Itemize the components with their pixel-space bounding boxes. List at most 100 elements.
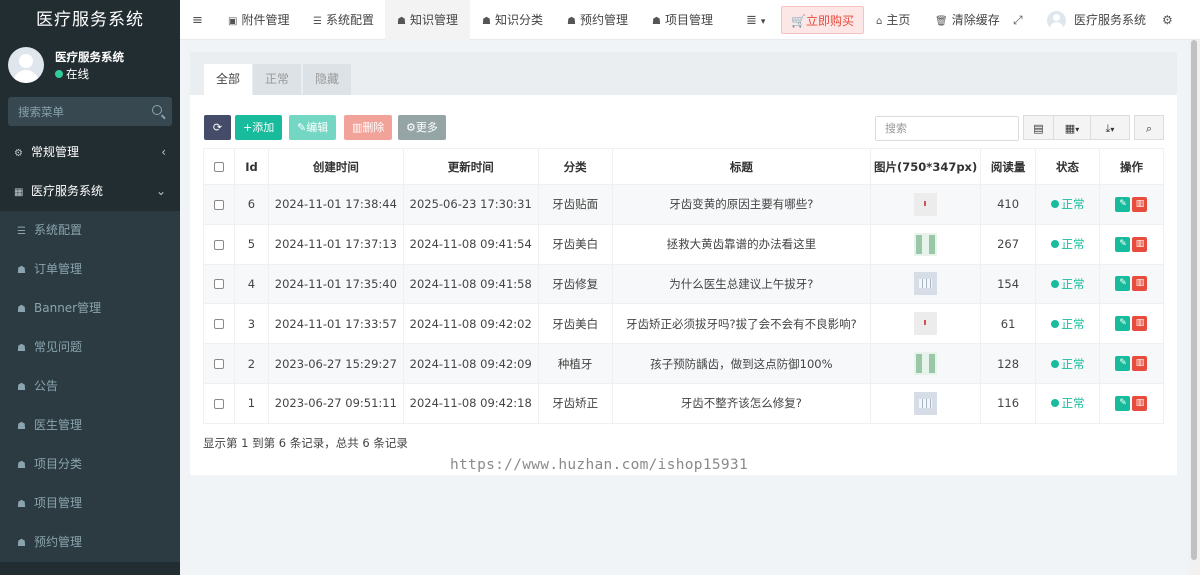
column-header[interactable]: 标题 bbox=[611, 148, 872, 185]
row-delete-button[interactable]: ▥ bbox=[1132, 276, 1148, 292]
tab-normal[interactable]: 正常 bbox=[253, 64, 302, 95]
scrollbar-thumb[interactable] bbox=[1191, 40, 1197, 560]
row-delete-button[interactable]: ▥ bbox=[1132, 356, 1148, 372]
edit-button[interactable]: ✎编辑 bbox=[289, 115, 337, 140]
status-badge[interactable]: 正常 bbox=[1050, 396, 1085, 410]
thumbnail-image[interactable] bbox=[914, 391, 938, 415]
nav-tab-config[interactable]: ☰ 系统配置 bbox=[313, 0, 374, 40]
sitemap-icon: ☗ bbox=[17, 304, 26, 315]
column-header[interactable]: 创建时间 bbox=[267, 148, 404, 185]
sidebar-item-faq[interactable]: ☗ 常见问题 bbox=[0, 328, 180, 367]
row-checkbox[interactable] bbox=[213, 199, 224, 210]
sidebar-item-orders[interactable]: ☗ 订单管理 bbox=[0, 250, 180, 289]
column-header[interactable]: 状态 bbox=[1035, 148, 1100, 185]
status-badge[interactable]: 正常 bbox=[1050, 197, 1085, 211]
export-button[interactable]: ⤓▾ bbox=[1090, 115, 1130, 140]
thumbnail-image[interactable] bbox=[914, 232, 938, 256]
cell-category: 牙齿矫正 bbox=[537, 382, 613, 424]
table-row[interactable]: 6 2024-11-01 17:38:44 2025-06-23 17:30:3… bbox=[203, 184, 1165, 225]
column-header[interactable]: 阅读量 bbox=[980, 148, 1037, 185]
sidebar-item-doctors[interactable]: ☗ 医生管理 bbox=[0, 406, 180, 445]
nav-avatar[interactable] bbox=[1047, 11, 1066, 30]
table-row[interactable]: 2 2023-06-27 15:29:27 2024-11-08 09:42:0… bbox=[203, 343, 1165, 384]
sidebar-item-project-category[interactable]: ☗ 项目分类 bbox=[0, 445, 180, 484]
column-header[interactable]: 分类 bbox=[537, 148, 613, 185]
sidebar-item-appointments[interactable]: ☗ 预约管理 bbox=[0, 523, 180, 562]
row-edit-button[interactable]: ✎ bbox=[1115, 316, 1131, 332]
nav-user-name[interactable]: 医疗服务系统 bbox=[1074, 0, 1146, 40]
thumbnail-image[interactable] bbox=[914, 272, 938, 296]
cell-updated: 2024-11-08 09:41:54 bbox=[402, 223, 539, 265]
cell-category: 牙齿美白 bbox=[537, 303, 613, 345]
search-icon[interactable] bbox=[152, 105, 162, 115]
settings-button[interactable]: ⚙ bbox=[1162, 0, 1177, 40]
sidebar-item-medical[interactable]: ▦ 医疗服务系统 ⌄ bbox=[0, 172, 180, 211]
table-row[interactable]: 5 2024-11-01 17:37:13 2024-11-08 09:41:5… bbox=[203, 223, 1165, 265]
row-edit-button[interactable]: ✎ bbox=[1115, 395, 1131, 411]
app-logo[interactable]: 医疗服务系统 bbox=[0, 0, 180, 40]
thumbnail-image[interactable] bbox=[914, 192, 938, 216]
home-link[interactable]: ⌂ 主页 bbox=[876, 0, 910, 40]
row-delete-button[interactable]: ▥ bbox=[1132, 316, 1148, 332]
column-header[interactable]: Id bbox=[233, 148, 269, 185]
user-name: 医疗服务系统 bbox=[55, 50, 124, 64]
row-edit-button[interactable]: ✎ bbox=[1115, 356, 1131, 372]
sidebar-search-input[interactable] bbox=[8, 97, 172, 126]
advanced-search-button[interactable]: ⌕ bbox=[1134, 115, 1164, 140]
table-row[interactable]: 4 2024-11-01 17:35:40 2024-11-08 09:41:5… bbox=[203, 263, 1165, 305]
nav-tab-knowledge-category[interactable]: ☗ 知识分类 bbox=[482, 0, 543, 40]
delete-button[interactable]: ▥删除 bbox=[344, 115, 393, 140]
fullscreen-button[interactable]: ⤢ bbox=[1013, 0, 1027, 40]
row-delete-button[interactable]: ▥ bbox=[1132, 236, 1148, 252]
clear-cache-button[interactable]: 🗑 清除缓存 bbox=[935, 0, 1000, 40]
sidebar-item-banner[interactable]: ☗ Banner管理 bbox=[0, 289, 180, 328]
toggle-view-button[interactable]: ▤ bbox=[1023, 115, 1054, 140]
select-all-checkbox[interactable] bbox=[213, 162, 224, 172]
sliders-icon: ☰ bbox=[17, 226, 26, 237]
column-header[interactable]: 更新时间 bbox=[402, 148, 539, 185]
expand-icon: ⤢ bbox=[1013, 13, 1023, 27]
tab-all[interactable]: 全部 bbox=[204, 64, 253, 95]
row-delete-button[interactable]: ▥ bbox=[1132, 196, 1148, 212]
row-checkbox[interactable] bbox=[213, 239, 224, 250]
sidebar-item-projects[interactable]: ☗ 项目管理 bbox=[0, 484, 180, 523]
status-badge[interactable]: 正常 bbox=[1050, 317, 1085, 331]
row-checkbox[interactable] bbox=[213, 359, 224, 370]
row-checkbox[interactable] bbox=[213, 398, 224, 409]
nav-tab-attachments[interactable]: ▣ 附件管理 bbox=[228, 0, 289, 40]
more-button[interactable]: ⚙更多 bbox=[398, 115, 446, 140]
menu-toggle-button[interactable]: ≡ bbox=[192, 0, 207, 40]
nav-more-dropdown[interactable]: ≣ ▾ bbox=[746, 0, 765, 40]
nav-tab-projects[interactable]: ☗ 项目管理 bbox=[652, 0, 713, 40]
refresh-button[interactable]: ⟳ bbox=[204, 115, 231, 140]
thumbnail-image[interactable] bbox=[914, 352, 938, 376]
columns-button[interactable]: ▦▾ bbox=[1053, 115, 1091, 140]
gears-icon: ⚙ bbox=[14, 148, 23, 159]
row-checkbox[interactable] bbox=[213, 279, 224, 290]
table-row[interactable]: 1 2023-06-27 09:51:11 2024-11-08 09:42:1… bbox=[203, 382, 1165, 424]
thumbnail-image[interactable] bbox=[914, 312, 938, 336]
table-search-input[interactable] bbox=[876, 117, 1018, 140]
nav-tab-knowledge[interactable]: ☗ 知识管理 bbox=[385, 0, 470, 40]
nav-tab-appointments[interactable]: ☗ 预约管理 bbox=[567, 0, 628, 40]
buy-now-button[interactable]: 🛒立即购买 bbox=[781, 6, 864, 34]
row-checkbox[interactable] bbox=[213, 319, 224, 330]
row-edit-button[interactable]: ✎ bbox=[1115, 236, 1131, 252]
sitemap-icon: ☗ bbox=[17, 265, 26, 276]
row-delete-button[interactable]: ▥ bbox=[1132, 395, 1148, 411]
sidebar-item-general[interactable]: ⚙ 常规管理 ‹ bbox=[0, 133, 180, 172]
row-edit-button[interactable]: ✎ bbox=[1115, 276, 1131, 292]
trash-icon: ▥ bbox=[352, 121, 363, 134]
sidebar-item-config[interactable]: ☰ 系统配置 bbox=[0, 211, 180, 250]
sidebar-item-notice[interactable]: ☗ 公告 bbox=[0, 367, 180, 406]
add-button[interactable]: +添加 bbox=[235, 115, 283, 140]
page-scrollbar[interactable] bbox=[1188, 40, 1200, 575]
status-badge[interactable]: 正常 bbox=[1050, 357, 1085, 371]
status-badge[interactable]: 正常 bbox=[1050, 237, 1085, 251]
tab-hidden[interactable]: 隐藏 bbox=[303, 64, 352, 95]
column-header[interactable]: 图片(750*347px) bbox=[870, 148, 982, 185]
status-badge[interactable]: 正常 bbox=[1050, 277, 1085, 291]
row-edit-button[interactable]: ✎ bbox=[1115, 196, 1131, 212]
pencil-icon: ✎ bbox=[297, 121, 307, 134]
table-row[interactable]: 3 2024-11-01 17:33:57 2024-11-08 09:42:0… bbox=[203, 303, 1165, 345]
